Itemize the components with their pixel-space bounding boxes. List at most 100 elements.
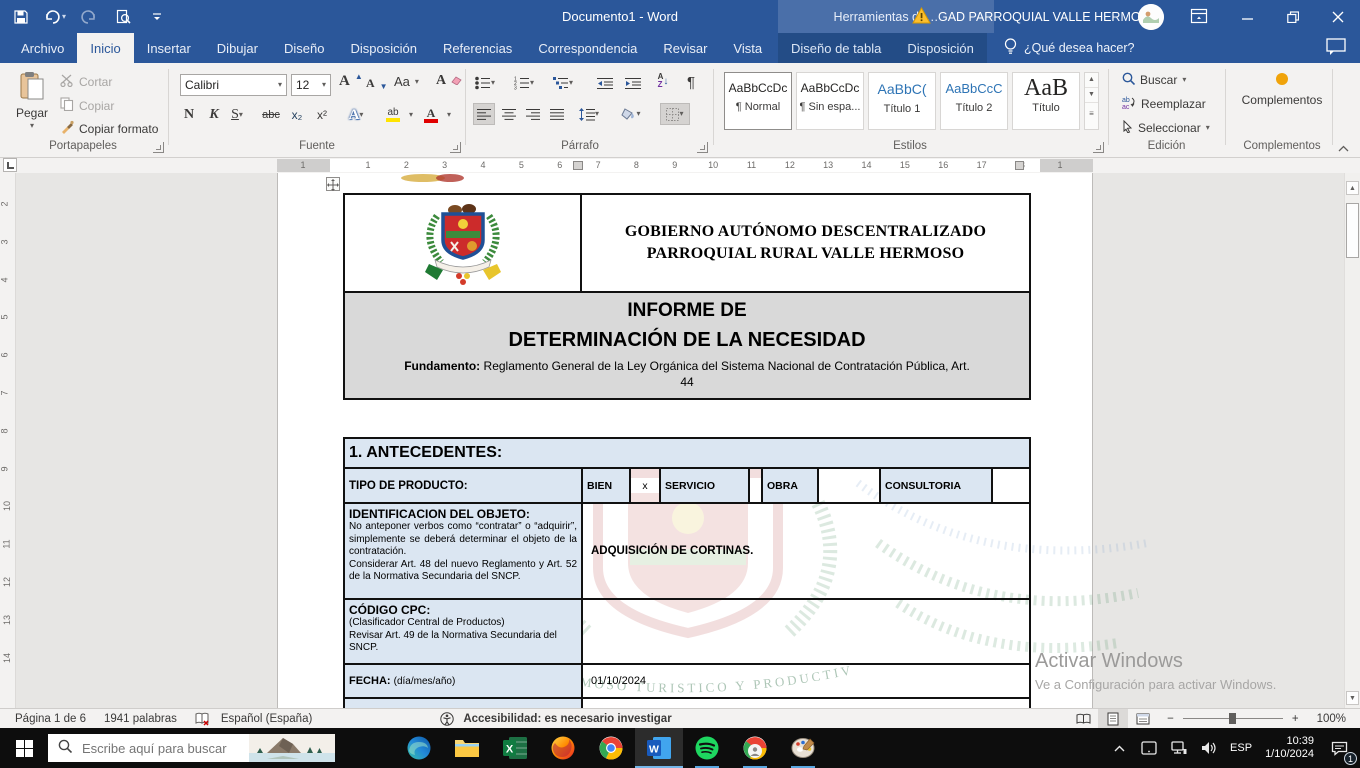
tab-stop-selector[interactable]: [3, 158, 17, 172]
text-effects-button[interactable]: A▾: [345, 104, 367, 126]
identificacion-value-cell[interactable]: ADQUISICIÓN DE CORTINAS.: [583, 504, 1029, 598]
sort-button[interactable]: AZ ↓: [652, 70, 674, 92]
align-left-button[interactable]: [473, 103, 495, 125]
font-size-combo[interactable]: 12▾: [291, 74, 331, 96]
zoom-in-button[interactable]: +: [1283, 713, 1308, 725]
accessibility-icon[interactable]: [431, 712, 463, 726]
styles-more-icon[interactable]: ≡: [1085, 102, 1098, 125]
tray-clock[interactable]: 10:39 1/10/2024: [1261, 735, 1318, 761]
replace-button[interactable]: abac Reemplazar: [1122, 96, 1206, 112]
paragraph-marks-button[interactable]: ¶: [680, 71, 702, 93]
highlight-dropdown[interactable]: ▾: [400, 104, 422, 126]
taskbar-chrome-icon[interactable]: [587, 728, 635, 768]
vertical-ruler[interactable]: 234567891011121314: [0, 173, 16, 708]
tab-diseno[interactable]: Diseño: [271, 33, 337, 63]
header-table[interactable]: GOBIERNO AUTÓNOMO DESCENTRALIZADO PARROQ…: [343, 193, 1031, 293]
document-page[interactable]: E HERMOSO TURISTICO Y PRODUCTIVO: [277, 173, 1093, 708]
style-sin-espaciado[interactable]: AaBbCcDc ¶ Sin espa...: [796, 72, 864, 130]
increase-indent-icon[interactable]: [622, 72, 644, 94]
tab-revisar[interactable]: Revisar: [650, 33, 720, 63]
tipo-bien-mark-cell[interactable]: x: [631, 469, 661, 502]
close-button[interactable]: [1315, 0, 1360, 33]
decrease-indent-icon[interactable]: [594, 72, 616, 94]
scroll-down-icon[interactable]: ▼: [1346, 691, 1359, 705]
ribbon-display-options-icon[interactable]: [1190, 8, 1208, 29]
select-button[interactable]: Seleccionar▾: [1122, 120, 1210, 136]
document-canvas[interactable]: 234567891011121314 E HERMOSO TURIS: [0, 173, 1360, 708]
language-indicator[interactable]: Español (España): [219, 713, 321, 725]
minimize-button[interactable]: [1225, 0, 1270, 33]
subscript-button[interactable]: x₂: [286, 104, 308, 126]
underline-button[interactable]: S▾: [226, 104, 248, 126]
fecha-value-cell[interactable]: 01/10/2024: [583, 665, 1029, 697]
tray-language[interactable]: ESP: [1227, 742, 1255, 754]
tray-network-icon[interactable]: [1167, 728, 1191, 768]
undo-icon[interactable]: ▾: [44, 5, 66, 29]
styles-scroll-up-icon[interactable]: ▲: [1085, 73, 1098, 87]
line-spacing-icon[interactable]: ▾: [578, 103, 600, 125]
tab-referencias[interactable]: Referencias: [430, 33, 525, 63]
zoom-slider-thumb[interactable]: [1229, 713, 1236, 724]
taskbar-edge-icon[interactable]: [395, 728, 443, 768]
taskbar-paint-icon[interactable]: [779, 728, 827, 768]
font-dialog-launcher[interactable]: [450, 142, 461, 153]
justify-button[interactable]: [546, 103, 568, 125]
codigo-cpc-value-cell[interactable]: [583, 600, 1029, 663]
tray-volume-icon[interactable]: [1197, 728, 1221, 768]
tab-correspondencia[interactable]: Correspondencia: [525, 33, 650, 63]
taskbar-spotify-icon[interactable]: [683, 728, 731, 768]
antecedentes-table[interactable]: 1. ANTECEDENTES: TIPO DE PRODUCTO: BIEN …: [343, 437, 1031, 708]
tab-insertar[interactable]: Insertar: [134, 33, 204, 63]
web-layout-icon[interactable]: [1128, 709, 1158, 728]
style-titulo[interactable]: AaB Título: [1012, 72, 1080, 130]
style-normal[interactable]: AaBbCcDc ¶ Normal: [724, 72, 792, 130]
tab-archivo[interactable]: Archivo: [8, 33, 77, 63]
taskbar-file-explorer-icon[interactable]: [443, 728, 491, 768]
zoom-out-button[interactable]: −: [1158, 713, 1183, 725]
taskbar-word-icon[interactable]: W: [635, 728, 683, 768]
search-highlight-image[interactable]: [249, 734, 335, 762]
superscript-button[interactable]: x²: [311, 104, 333, 126]
table-move-handle[interactable]: [326, 177, 340, 191]
right-indent-marker[interactable]: [1015, 161, 1024, 170]
shrink-font-button[interactable]: A▼: [366, 76, 388, 91]
table-column-marker[interactable]: [573, 161, 583, 170]
strikethrough-button[interactable]: abc: [260, 104, 282, 126]
horizontal-ruler[interactable]: 1 1 123456789101112131415161718: [277, 159, 1093, 172]
addins-button[interactable]: Complementos: [1232, 73, 1332, 107]
customize-qat-icon[interactable]: [146, 5, 168, 29]
tray-chevron-up-icon[interactable]: [1107, 728, 1131, 768]
font-color-dropdown[interactable]: ▾: [438, 104, 460, 126]
undo-dropdown-arrow[interactable]: ▾: [62, 13, 66, 21]
tipo-consultoria-mark-cell[interactable]: [993, 469, 1029, 502]
zoom-level[interactable]: 100%: [1308, 713, 1360, 725]
font-name-combo[interactable]: Calibri▾: [180, 74, 287, 96]
tell-me-box[interactable]: ¿Qué desea hacer?: [994, 33, 1145, 63]
proofing-icon[interactable]: [186, 712, 219, 726]
account-name[interactable]: GAD PARROQUIAL VALLE HERMOSO: [938, 0, 1159, 33]
paste-button[interactable]: Pegar ▾: [10, 71, 54, 130]
styles-scroll-down-icon[interactable]: ▼: [1085, 87, 1098, 102]
find-button[interactable]: Buscar▾: [1122, 72, 1186, 88]
start-button[interactable]: [0, 728, 48, 768]
styles-gallery-scroll[interactable]: ▲ ▼ ≡: [1084, 72, 1099, 130]
tipo-obra-mark-cell[interactable]: [819, 469, 881, 502]
tray-tablet-icon[interactable]: [1137, 728, 1161, 768]
multilevel-list-icon[interactable]: ▾: [552, 72, 574, 94]
format-painter-button[interactable]: Copiar formato: [60, 120, 158, 137]
print-layout-icon[interactable]: [1098, 709, 1128, 728]
tab-diseno-de-tabla[interactable]: Diseño de tabla: [778, 33, 894, 63]
page-indicator[interactable]: Página 1 de 6: [6, 713, 95, 725]
tab-inicio[interactable]: Inicio: [77, 33, 133, 63]
tab-disposicion-tabla[interactable]: Disposición: [894, 33, 986, 63]
scrollbar-thumb[interactable]: [1346, 203, 1359, 258]
tab-vista[interactable]: Vista: [720, 33, 775, 63]
tab-disposicion[interactable]: Disposición: [337, 33, 429, 63]
change-case-button[interactable]: Aa▾: [394, 74, 419, 89]
style-titulo-2[interactable]: AaBbCcC Título 2: [940, 72, 1008, 130]
comments-icon[interactable]: [1326, 38, 1348, 58]
borders-icon[interactable]: ▾: [660, 103, 690, 125]
align-right-button[interactable]: [522, 103, 544, 125]
zoom-slider[interactable]: [1183, 709, 1283, 728]
action-center-icon[interactable]: 1: [1324, 728, 1354, 768]
